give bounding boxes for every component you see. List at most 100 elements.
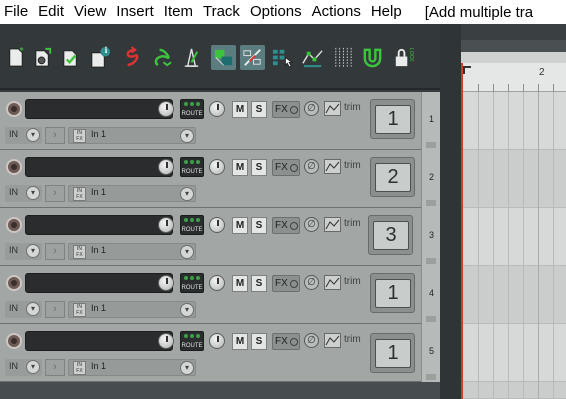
menu-insert[interactable]: Insert: [111, 0, 159, 24]
menu-help[interactable]: Help: [366, 0, 407, 24]
arrange-view[interactable]: 2: [440, 24, 566, 399]
pan-knob[interactable]: [209, 101, 225, 117]
input-select[interactable]: IN FX In 1 ▾: [68, 127, 196, 144]
route-button[interactable]: ROUTE: [180, 215, 204, 235]
volume-knob[interactable]: [158, 333, 174, 349]
item-grouping-button[interactable]: [270, 45, 295, 70]
redo-button[interactable]: [149, 45, 174, 70]
input-fx-icon[interactable]: IN FX: [73, 361, 86, 375]
pan-knob[interactable]: [209, 217, 225, 233]
phase-invert-button[interactable]: ∅: [304, 101, 319, 116]
pan-knob[interactable]: [209, 333, 225, 349]
ripple-editing-button[interactable]: [240, 45, 265, 70]
new-project-button[interactable]: *: [3, 45, 28, 70]
track-number-column[interactable]: 4: [421, 266, 440, 324]
track-name-field[interactable]: [25, 157, 173, 177]
track-number-column[interactable]: 2: [421, 150, 440, 208]
input-fx-icon[interactable]: IN FX: [73, 245, 86, 259]
fx-button[interactable]: FX: [272, 101, 300, 118]
mute-button[interactable]: M: [232, 217, 248, 234]
fx-button[interactable]: FX: [272, 275, 300, 292]
pan-knob[interactable]: [209, 275, 225, 291]
record-arm-button[interactable]: [6, 275, 22, 291]
mute-button[interactable]: M: [232, 101, 248, 118]
track-3[interactable]: ROUTE M S FX ∅ trim 3 IN ▾ › IN FX In 1 ▾ 3: [0, 208, 440, 266]
mute-button[interactable]: M: [232, 333, 248, 350]
open-project-button[interactable]: [31, 45, 56, 70]
envelope-button[interactable]: [324, 101, 341, 116]
menu-item[interactable]: Item: [159, 0, 198, 24]
solo-button[interactable]: S: [251, 159, 267, 176]
track-5[interactable]: ROUTE M S FX ∅ trim 1 IN ▾ › IN FX In 1 ▾ 5: [0, 324, 440, 382]
metronome-button[interactable]: [179, 45, 204, 70]
fx-bypass-icon[interactable]: [290, 164, 298, 172]
input-fx-icon[interactable]: IN FX: [73, 129, 86, 143]
track-lane[interactable]: [461, 324, 566, 382]
mute-button[interactable]: M: [232, 275, 248, 292]
input-select[interactable]: IN FX In 1 ▾: [68, 185, 196, 202]
menu-edit[interactable]: Edit: [33, 0, 69, 24]
automation-mode-label[interactable]: trim: [344, 276, 361, 287]
route-button[interactable]: ROUTE: [180, 273, 204, 293]
menu-options[interactable]: Options: [245, 0, 307, 24]
record-monitor-button[interactable]: ›: [45, 301, 65, 318]
record-monitor-button[interactable]: ›: [45, 243, 65, 260]
menu-track[interactable]: Track: [198, 0, 245, 24]
input-monitor-bar[interactable]: IN ▾: [5, 185, 42, 202]
automation-mode-label[interactable]: trim: [344, 218, 361, 229]
envelope-points-button[interactable]: [300, 45, 325, 70]
fx-button[interactable]: FX: [272, 159, 300, 176]
volume-knob[interactable]: [158, 275, 174, 291]
undo-button[interactable]: [119, 45, 144, 70]
track-lane[interactable]: [461, 266, 566, 324]
pan-knob[interactable]: [209, 159, 225, 175]
track-name-field[interactable]: [25, 331, 173, 351]
project-settings-button[interactable]: i: [87, 45, 112, 70]
save-project-button[interactable]: [59, 45, 84, 70]
mute-button[interactable]: M: [232, 159, 248, 176]
track-name-field[interactable]: [25, 215, 173, 235]
track-lane[interactable]: [461, 208, 566, 266]
automation-mode-label[interactable]: trim: [344, 334, 361, 345]
track-number-column[interactable]: 1: [421, 92, 440, 150]
record-monitor-button[interactable]: ›: [45, 185, 65, 202]
record-monitor-button[interactable]: ›: [45, 359, 65, 376]
snap-enable-button[interactable]: [360, 45, 385, 70]
record-arm-button[interactable]: [6, 333, 22, 349]
timeline-ruler[interactable]: 2: [461, 63, 566, 92]
fx-button[interactable]: FX: [272, 217, 300, 234]
input-fx-icon[interactable]: IN FX: [73, 187, 86, 201]
track-lane[interactable]: [461, 382, 566, 399]
envelope-button[interactable]: [324, 333, 341, 348]
phase-invert-button[interactable]: ∅: [304, 217, 319, 232]
input-monitor-bar[interactable]: IN ▾: [5, 359, 42, 376]
tcp-divider[interactable]: [440, 24, 461, 399]
phase-invert-button[interactable]: ∅: [304, 275, 319, 290]
volume-knob[interactable]: [158, 101, 174, 117]
track-2[interactable]: ROUTE M S FX ∅ trim 2 IN ▾ › IN FX In 1 ▾ 2: [0, 150, 440, 208]
input-fx-icon[interactable]: IN FX: [73, 303, 86, 317]
phase-invert-button[interactable]: ∅: [304, 159, 319, 174]
envelope-button[interactable]: [324, 275, 341, 290]
auto-crossfade-button[interactable]: [211, 45, 236, 70]
automation-mode-label[interactable]: trim: [344, 160, 361, 171]
track-name-field[interactable]: [25, 99, 173, 119]
menu-actions[interactable]: Actions: [307, 0, 366, 24]
track-number-column[interactable]: 5: [421, 324, 440, 382]
input-monitor-bar[interactable]: IN ▾: [5, 243, 42, 260]
input-monitor-bar[interactable]: IN ▾: [5, 301, 42, 318]
record-arm-button[interactable]: [6, 101, 22, 117]
fx-bypass-icon[interactable]: [290, 222, 298, 230]
track-4[interactable]: ROUTE M S FX ∅ trim 1 IN ▾ › IN FX In 1 ▾ 4: [0, 266, 440, 324]
lock-button[interactable]: LOCK: [390, 45, 415, 70]
solo-button[interactable]: S: [251, 101, 267, 118]
volume-knob[interactable]: [158, 159, 174, 175]
record-monitor-button[interactable]: ›: [45, 127, 65, 144]
input-monitor-bar[interactable]: IN ▾: [5, 127, 42, 144]
fx-bypass-icon[interactable]: [290, 280, 298, 288]
solo-button[interactable]: S: [251, 217, 267, 234]
track-lane[interactable]: [461, 92, 566, 150]
solo-button[interactable]: S: [251, 275, 267, 292]
track-lane[interactable]: [461, 150, 566, 208]
track-number-column[interactable]: 3: [421, 208, 440, 266]
